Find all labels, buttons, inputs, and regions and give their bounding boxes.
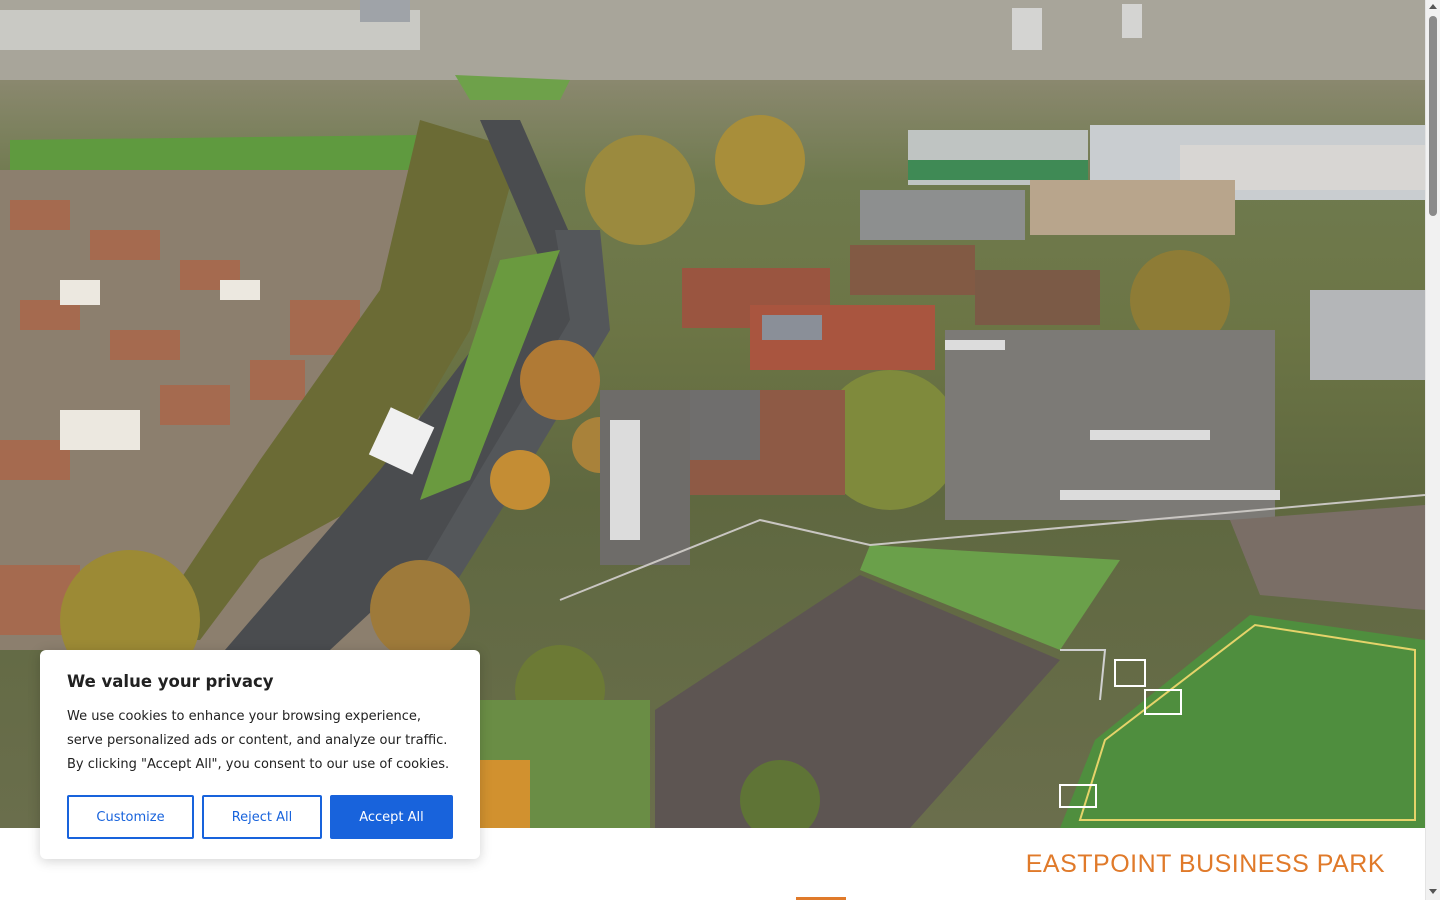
scroll-down-arrow-icon[interactable] (1429, 889, 1437, 894)
cookie-consent-banner: We value your privacy We use cookies to … (40, 650, 480, 859)
accept-all-button[interactable]: Accept All (330, 795, 453, 839)
scroll-up-arrow-icon[interactable] (1429, 4, 1437, 9)
vertical-scrollbar[interactable] (1425, 0, 1440, 900)
cookie-banner-title: We value your privacy (67, 672, 274, 691)
reject-all-button[interactable]: Reject All (202, 795, 322, 839)
scrollbar-thumb[interactable] (1429, 16, 1437, 216)
cookie-banner-text: We use cookies to enhance your browsing … (67, 709, 450, 772)
page: EASTPOINT BUSINESS PARK We value your pr… (0, 0, 1440, 900)
customize-button[interactable]: Customize (67, 795, 194, 839)
page-title: EASTPOINT BUSINESS PARK (1025, 850, 1385, 878)
cookie-button-row: Customize Reject All Accept All (67, 795, 453, 839)
